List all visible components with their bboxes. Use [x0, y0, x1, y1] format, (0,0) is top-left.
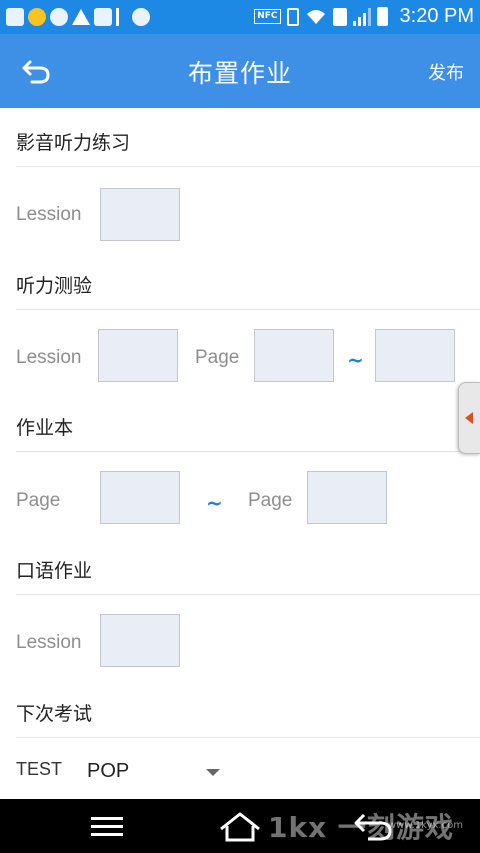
section-title-listening-test: 听力测验	[16, 275, 93, 297]
face-icon	[50, 8, 68, 26]
home-icon[interactable]	[218, 807, 262, 845]
nfc-icon: NFC	[254, 9, 281, 24]
vibrate-icon	[286, 7, 299, 26]
app-bar: 布置作业 发布	[0, 34, 480, 108]
page-label: Page	[195, 347, 240, 368]
page-from-input[interactable]	[100, 471, 180, 524]
status-bar: NFC 3:20 PM	[0, 0, 480, 34]
menu-icon[interactable]	[86, 807, 130, 845]
lesson-label: Lession	[16, 204, 82, 225]
page-label: Page	[16, 490, 61, 511]
section-title-next-exam: 下次考试	[16, 703, 93, 725]
section-title-oral: 口语作业	[16, 560, 93, 582]
signal-icon	[352, 7, 371, 26]
assignment-form: 影音听力练习 Lession 听力测验 Lession Page ~ 作业本 P…	[0, 108, 480, 799]
section-title-workbook: 作业本	[16, 417, 74, 439]
chevron-left-icon	[465, 412, 473, 424]
lesson-label: Lession	[16, 347, 82, 368]
lesson-input[interactable]	[98, 329, 178, 382]
app-notification-icon	[28, 8, 46, 26]
range-separator: ~	[347, 348, 364, 372]
exam-select[interactable]: POP	[80, 748, 230, 792]
system-nav-bar: 1kx 一刻游戏网 www.1kyx.com	[0, 799, 480, 853]
battery-icon	[376, 7, 388, 26]
section-title-video-listening: 影音听力练习	[16, 132, 131, 154]
side-drawer-tab[interactable]	[458, 382, 480, 454]
test-label: TEST	[16, 759, 63, 779]
wifi-hotspot-icon	[6, 8, 24, 26]
sim-icon	[332, 7, 347, 26]
divider	[16, 166, 480, 167]
android-icon	[132, 8, 150, 26]
lesson-input[interactable]	[100, 614, 180, 667]
chevron-down-icon	[206, 769, 220, 776]
divider	[16, 451, 480, 452]
divider	[16, 737, 480, 738]
download-icon	[116, 8, 128, 26]
clock: 3:20 PM	[399, 5, 474, 27]
range-separator: ~	[206, 491, 223, 515]
page-title: 布置作业	[187, 59, 292, 88]
divider	[16, 309, 480, 310]
page-to-input[interactable]	[375, 329, 455, 382]
warning-icon	[72, 9, 90, 25]
wifi-icon	[306, 9, 325, 24]
exam-select-value: POP	[87, 760, 130, 782]
page-to-input[interactable]	[307, 471, 387, 524]
status-right: NFC 3:20 PM	[254, 5, 474, 28]
notification-icons	[6, 7, 150, 27]
page-from-input[interactable]	[254, 329, 334, 382]
lesson-input[interactable]	[100, 188, 180, 241]
watermark-url: www.1kyx.com	[388, 820, 463, 831]
lesson-label: Lession	[16, 632, 82, 653]
image-icon	[94, 8, 112, 26]
divider	[16, 594, 480, 595]
page-label: Page	[248, 490, 293, 511]
publish-button[interactable]: 发布	[428, 59, 464, 85]
